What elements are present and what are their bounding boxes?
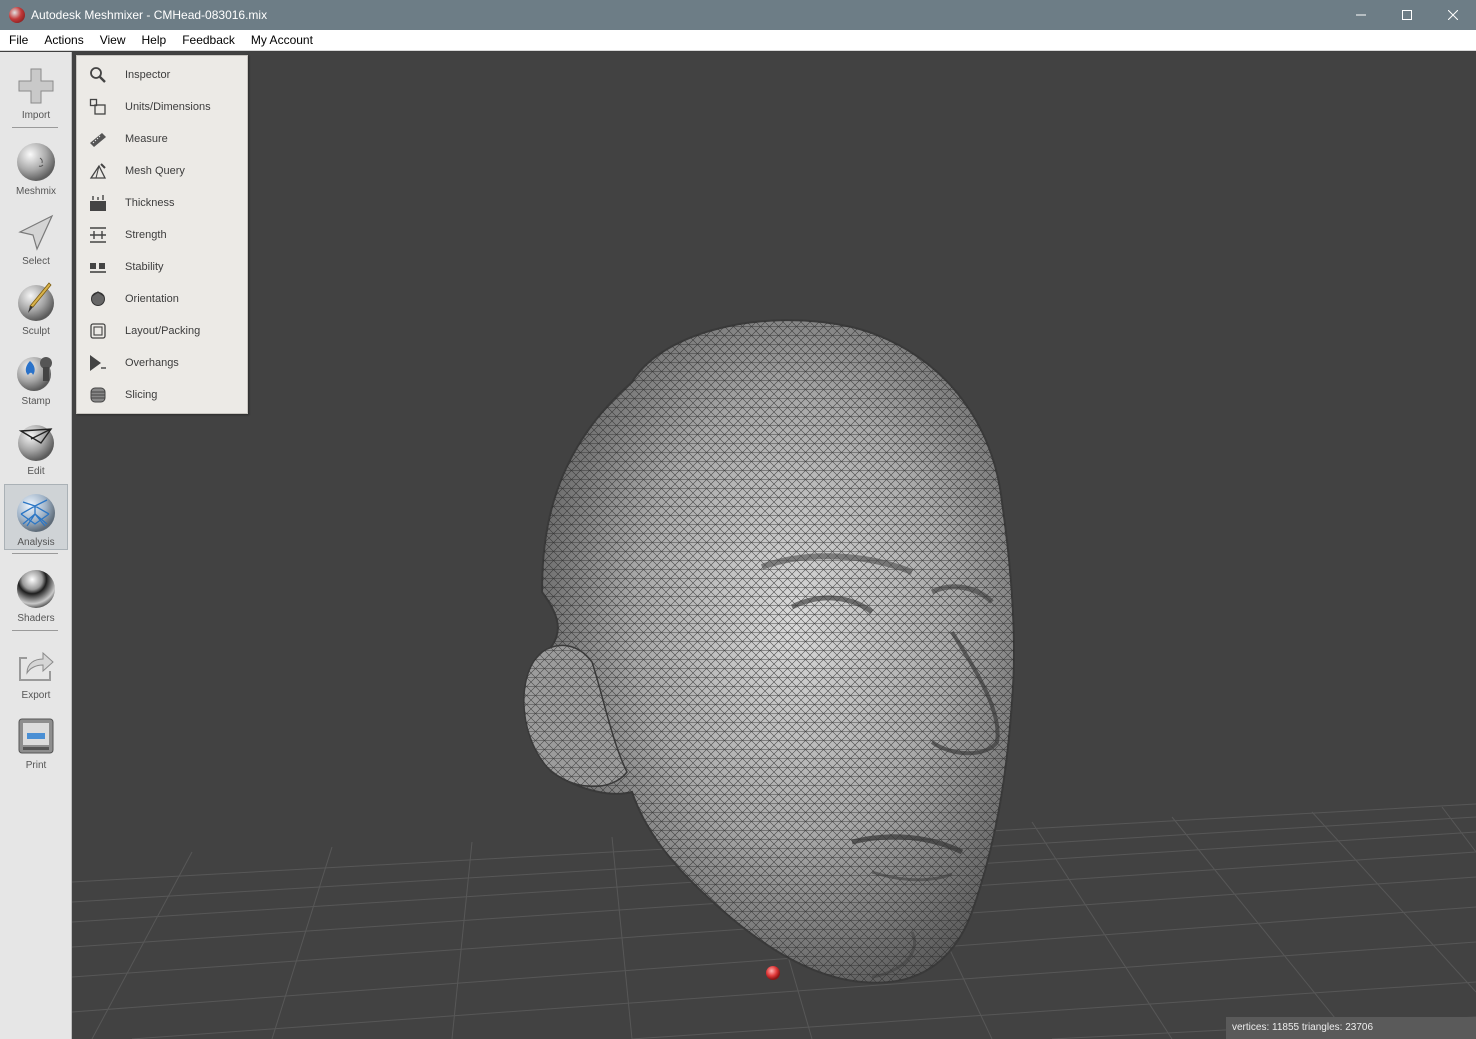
tool-label: Export [21,690,51,701]
tool-stamp[interactable]: Stamp [4,344,68,410]
arrow-cursor-icon [14,210,58,254]
orientation-icon [87,289,109,309]
stability-icon [87,257,109,277]
tool-label: Edit [27,466,45,477]
menu-item-label: Inspector [125,69,171,81]
overhangs-icon [87,353,109,373]
thickness-icon [87,193,109,213]
menu-feedback[interactable]: Feedback [174,30,243,51]
viewport-scene [72,319,1476,1039]
tool-export[interactable]: Export [4,638,68,704]
tool-label: Stamp [21,396,51,407]
meshmixer-logo-icon [9,7,25,23]
tool-meshmix[interactable]: Meshmix [4,134,68,200]
menu-item-measure[interactable]: Measure [77,123,247,155]
status-bar: vertices: 11855 triangles: 23706 [1226,1017,1476,1039]
window-title: Autodesk Meshmixer - CMHead-083016.mix [31,8,268,22]
menu-item-layout-packing[interactable]: Layout/Packing [77,315,247,347]
tool-print[interactable]: Print [4,708,68,774]
layout-packing-icon [87,321,109,341]
menu-actions[interactable]: Actions [36,30,91,51]
stamp-icon [14,350,58,394]
tool-edit[interactable]: Edit [4,414,68,480]
toolbar-divider [12,630,58,631]
menu-item-inspector[interactable]: Inspector [77,59,247,91]
menu-item-orientation[interactable]: Orientation [77,283,247,315]
tool-analysis[interactable]: Analysis [4,484,68,550]
menu-item-label: Layout/Packing [125,325,201,337]
tool-sculpt[interactable]: Sculpt [4,274,68,340]
menu-item-label: Orientation [125,293,179,305]
3d-viewport[interactable]: vertices: 11855 triangles: 23706 [72,52,1476,1039]
slicing-icon [87,385,109,405]
export-icon [14,644,58,688]
minimize-icon [1356,14,1366,16]
maximize-icon [1402,10,1412,20]
printer-icon [14,714,58,758]
menu-item-label: Measure [125,133,168,145]
meshmix-sphere-icon [14,140,58,184]
close-button[interactable] [1430,0,1476,30]
menu-item-strength[interactable]: Strength [77,219,247,251]
analysis-menu: Inspector Units/Dimensions Measure Mesh … [76,55,248,414]
mesh-query-icon [87,161,109,181]
menu-item-overhangs[interactable]: Overhangs [77,347,247,379]
sculpt-brush-icon [14,280,58,324]
menu-item-thickness[interactable]: Thickness [77,187,247,219]
pivot-marker[interactable] [766,966,780,980]
menu-item-label: Overhangs [125,357,179,369]
tool-shaders[interactable]: Shaders [4,561,68,627]
menu-item-label: Slicing [125,389,158,401]
menu-item-label: Units/Dimensions [125,101,211,113]
tool-label: Print [25,760,47,771]
ruler-icon [87,129,109,149]
tool-label: Import [21,110,51,121]
tool-import[interactable]: Import [4,58,68,124]
window-controls [1338,0,1476,30]
menu-item-label: Thickness [125,197,175,209]
tool-label: Select [22,256,50,267]
menu-file[interactable]: File [0,30,36,51]
analysis-mesh-icon [14,491,58,535]
magnifier-icon [87,65,109,85]
menu-help[interactable]: Help [134,30,175,51]
menu-item-units-dimensions[interactable]: Units/Dimensions [77,91,247,123]
shader-sphere-icon [14,567,58,611]
menu-view[interactable]: View [92,30,134,51]
plus-icon [14,64,58,108]
close-icon [1448,10,1458,20]
tool-label: Sculpt [22,326,50,337]
tool-label: Analysis [17,537,55,548]
menu-item-label: Stability [125,261,164,273]
menu-item-slicing[interactable]: Slicing [77,379,247,411]
toolbar-divider [12,127,58,128]
tool-label: Shaders [17,613,55,624]
title-bar[interactable]: Autodesk Meshmixer - CMHead-083016.mix [0,0,1476,30]
menu-my-account[interactable]: My Account [243,30,321,51]
edit-sphere-icon [14,420,58,464]
units-icon [87,97,109,117]
menu-item-label: Strength [125,229,167,241]
minimize-button[interactable] [1338,0,1384,30]
menu-item-label: Mesh Query [125,165,185,177]
strength-icon [87,225,109,245]
main-toolbar: Import Meshmix Select Sculpt Stamp Edit [0,52,72,1039]
menu-item-mesh-query[interactable]: Mesh Query [77,155,247,187]
head-mesh-model [523,319,1015,984]
tool-label: Meshmix [15,186,56,197]
tool-select[interactable]: Select [4,204,68,270]
menu-item-stability[interactable]: Stability [77,251,247,283]
menu-bar: File Actions View Help Feedback My Accou… [0,30,1476,51]
toolbar-divider [12,553,58,554]
maximize-button[interactable] [1384,0,1430,30]
